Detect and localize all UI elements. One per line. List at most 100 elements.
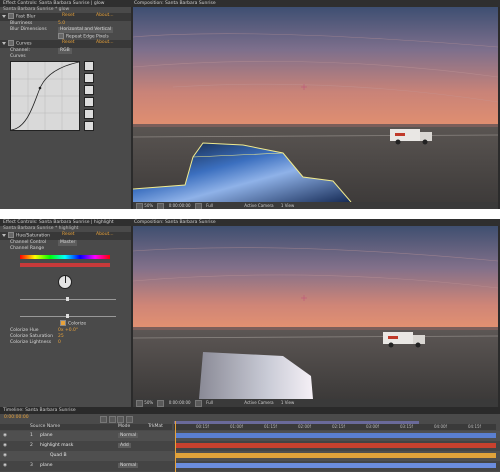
channel-control-select[interactable]: Master bbox=[58, 239, 78, 246]
repeat-edge-label: Repeat Edge Pixels bbox=[66, 34, 109, 39]
channel-range-label: Channel Range bbox=[10, 245, 45, 251]
disclosure-triangle-icon[interactable] bbox=[2, 41, 6, 45]
frame-blend-icon[interactable] bbox=[108, 416, 116, 423]
top-composition-tab[interactable]: Composition: Santa Barbara Sunrise bbox=[131, 0, 500, 7]
curve-reset-icon[interactable] bbox=[84, 121, 94, 131]
top-viewer-status-bar: 50% 0:00:00:00 Full Active Camera 1 View bbox=[133, 202, 498, 209]
layer-mode-select[interactable]: Add bbox=[118, 443, 131, 448]
timecode[interactable]: 0:00:00:00 bbox=[169, 400, 191, 405]
layer-duration-bar[interactable] bbox=[176, 443, 496, 448]
reset-link[interactable]: Reset bbox=[62, 13, 75, 19]
reset-link[interactable]: Reset bbox=[62, 40, 75, 46]
timeline-tab[interactable]: Timeline: Santa Barbara Sunrise bbox=[0, 407, 500, 414]
curves-name: Curves bbox=[16, 41, 32, 47]
views[interactable]: 1 View bbox=[281, 400, 294, 405]
curve-pen-tool-icon[interactable] bbox=[84, 61, 94, 71]
hue-dial-icon[interactable] bbox=[58, 275, 72, 289]
timeline-timecode[interactable]: 0:00:00:00 bbox=[4, 415, 29, 421]
hue-saturation-row[interactable]: Hue/Saturation Reset About... bbox=[0, 232, 131, 240]
fx-toggle-icon[interactable] bbox=[8, 13, 14, 19]
blur-dimensions-select[interactable]: Horizontal and Vertical bbox=[58, 26, 114, 33]
colorize-checkbox-icon[interactable] bbox=[60, 320, 66, 326]
ruler-tick-label: 02:00f bbox=[298, 424, 311, 429]
reset-link[interactable]: Reset bbox=[62, 232, 75, 238]
layer-row[interactable]: ◉ 3 plane Normal bbox=[0, 461, 500, 471]
ruler-tick-label: 04:00f bbox=[434, 424, 447, 429]
blur-dimensions-label: Blur Dimensions bbox=[10, 26, 47, 32]
fx-toggle-icon[interactable] bbox=[8, 232, 14, 238]
channel-label: Channel: bbox=[10, 47, 30, 53]
layer-name[interactable]: highlight mask bbox=[40, 443, 73, 448]
repeat-edge-row[interactable]: Repeat Edge Pixels bbox=[0, 32, 131, 41]
work-area-bar[interactable] bbox=[174, 421, 419, 424]
top-fast-blur-row[interactable]: Fast Blur Reset About... bbox=[0, 13, 131, 21]
colorize-lightness-value[interactable]: 0 bbox=[58, 340, 61, 345]
layer-duration-bar[interactable] bbox=[176, 453, 496, 458]
channel-range-spectrum-bottom[interactable] bbox=[20, 263, 110, 267]
resolution[interactable]: Full bbox=[206, 203, 213, 208]
fx-toggle-icon[interactable] bbox=[8, 40, 14, 46]
active-camera[interactable]: Active Camera bbox=[244, 400, 273, 405]
layer-mode-select[interactable]: Normal bbox=[118, 463, 139, 468]
curve-smooth-icon[interactable] bbox=[84, 109, 94, 119]
channel-select[interactable]: RGB bbox=[58, 47, 72, 54]
layer-mode-select[interactable]: Normal bbox=[118, 433, 139, 438]
timecode[interactable]: 0:00:00:00 bbox=[169, 203, 191, 208]
snapshot-icon[interactable] bbox=[194, 202, 202, 209]
curve-open-icon[interactable] bbox=[84, 85, 94, 95]
curve-pencil-tool-icon[interactable] bbox=[84, 73, 94, 83]
colorize-hue-label: Colorize Hue bbox=[10, 328, 39, 333]
layer-name[interactable]: plane bbox=[40, 433, 53, 438]
top-effect-controls-tab[interactable]: Effect Controls: Santa Barbara Sunrise |… bbox=[0, 0, 131, 7]
disclosure-triangle-icon[interactable] bbox=[2, 233, 6, 237]
visibility-eye-icon[interactable]: ◉ bbox=[3, 453, 7, 458]
about-link[interactable]: About... bbox=[96, 40, 114, 46]
saturation-slider-handle[interactable] bbox=[66, 297, 69, 301]
layer-duration-bar[interactable] bbox=[176, 433, 496, 438]
layer-row[interactable]: ◉ Quad B bbox=[0, 451, 500, 461]
resolution[interactable]: Full bbox=[206, 400, 213, 405]
zoom-level[interactable]: 50% bbox=[144, 400, 153, 405]
zoom-level[interactable]: 50% bbox=[144, 203, 153, 208]
about-link[interactable]: About... bbox=[96, 232, 114, 238]
checkbox-icon[interactable] bbox=[58, 32, 64, 39]
bottom-effect-controls-tab[interactable]: Effect Controls: Santa Barbara Sunrise |… bbox=[0, 219, 131, 226]
timeline-columns: Source Name Mode TrkMat bbox=[0, 424, 172, 430]
channel-range-spectrum-top[interactable] bbox=[20, 255, 110, 259]
top-viewer[interactable] bbox=[133, 7, 498, 202]
snapshot-icon[interactable] bbox=[194, 399, 202, 407]
layer-duration-bar[interactable] bbox=[176, 463, 496, 468]
visibility-eye-icon[interactable]: ◉ bbox=[3, 443, 7, 448]
layer-row[interactable]: ◉ 2 highlight mask Add bbox=[0, 441, 500, 451]
safe-zones-icon[interactable] bbox=[157, 202, 165, 209]
colorize-saturation-value[interactable]: 25 bbox=[58, 334, 64, 339]
lightness-slider-handle[interactable] bbox=[66, 314, 69, 318]
curve-save-icon[interactable] bbox=[84, 97, 94, 107]
visibility-eye-icon[interactable]: ◉ bbox=[3, 463, 7, 468]
bottom-effect-controls-panel: Effect Controls: Santa Barbara Sunrise |… bbox=[0, 219, 131, 407]
bottom-composition-tab[interactable]: Composition: Santa Barbara Sunrise bbox=[131, 219, 500, 226]
safe-zones-icon[interactable] bbox=[157, 399, 165, 407]
colorize-row[interactable]: Colorize bbox=[60, 320, 86, 327]
graph-editor-icon[interactable] bbox=[125, 416, 133, 423]
motion-blur-icon[interactable] bbox=[117, 416, 125, 423]
zoom-icon[interactable] bbox=[136, 399, 143, 407]
active-camera[interactable]: Active Camera bbox=[244, 203, 273, 208]
layer-name[interactable]: plane bbox=[40, 463, 53, 468]
layer-row[interactable]: ◉ 1 plane Normal bbox=[0, 431, 500, 441]
visibility-eye-icon[interactable]: ◉ bbox=[3, 433, 7, 438]
curves-graph[interactable] bbox=[10, 61, 80, 131]
top-curves-row[interactable]: Curves Reset About... bbox=[0, 40, 131, 48]
colorize-hue-value[interactable]: 0x +0.0° bbox=[58, 328, 78, 333]
zoom-icon[interactable] bbox=[136, 202, 143, 209]
current-time-indicator[interactable] bbox=[175, 421, 176, 472]
about-link[interactable]: About... bbox=[96, 13, 114, 19]
time-ruler[interactable]: 00:15f 01:00f 01:15f 02:00f 02:15f 03:00f 03:1… bbox=[174, 424, 496, 430]
disclosure-triangle-icon[interactable] bbox=[2, 14, 6, 18]
bottom-viewer[interactable] bbox=[133, 226, 498, 399]
shy-icon[interactable] bbox=[100, 416, 107, 423]
trkmat-header: TrkMat bbox=[148, 424, 163, 429]
views[interactable]: 1 View bbox=[281, 203, 294, 208]
layer-name[interactable]: Quad B bbox=[50, 453, 67, 458]
ruler-tick-label: 03:15f bbox=[400, 424, 413, 429]
